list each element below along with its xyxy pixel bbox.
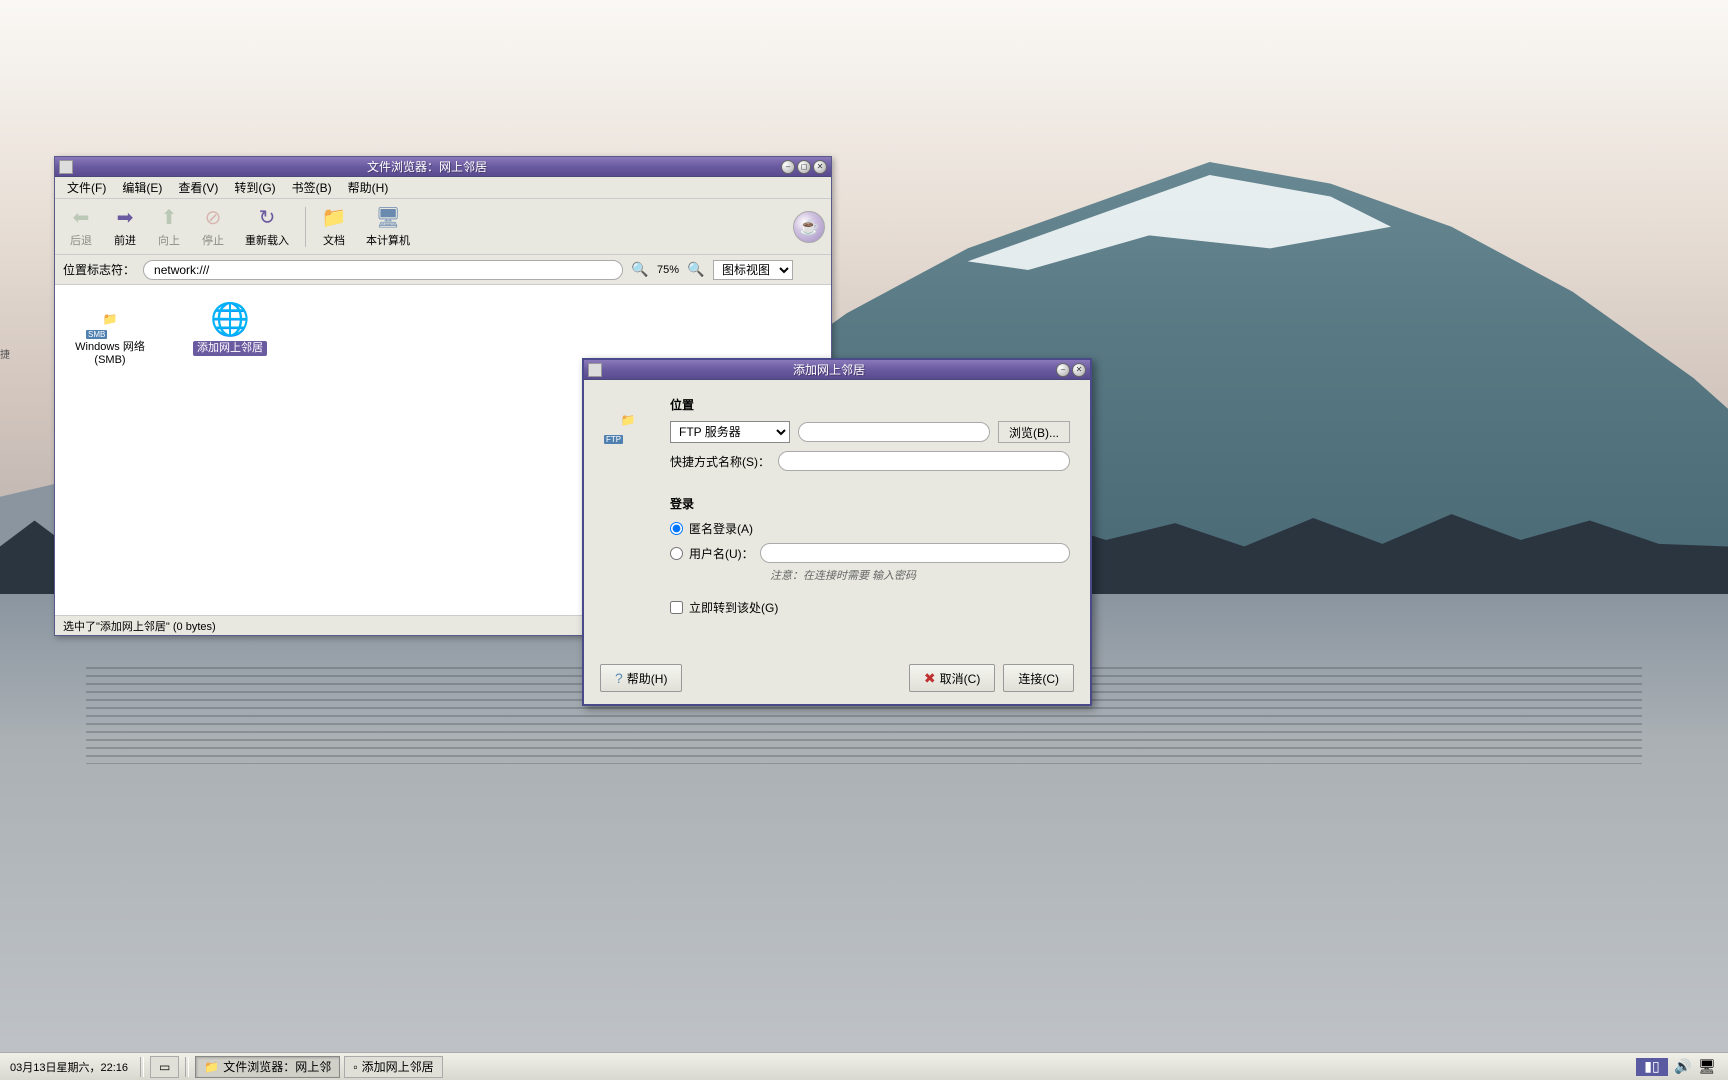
menubar: 文件(F) 编辑(E) 查看(V) 转到(G) 书签(B) 帮助(H) [55,177,831,199]
show-desktop-icon: ▭ [159,1060,170,1074]
file-item-smb[interactable]: 📁SMB Windows 网络 (SMB) [65,295,155,371]
username-label: 用户名(U)： [689,545,754,562]
menu-bookmarks[interactable]: 书签(B) [284,177,340,198]
computer-icon: 🖥 [376,206,400,230]
zoom-in-button[interactable]: 🔍 [687,261,705,279]
file-item-add-network[interactable]: 🌐 添加网上邻居 [185,295,275,360]
dialog-titlebar[interactable]: 添加网上邻居 – ✕ [584,360,1090,380]
display-icon[interactable]: 🖥 [1698,1058,1716,1076]
add-network-dialog: 添加网上邻居 – ✕ 📁FTP 位置 FTP 服务器 浏览(B)... 快 [582,358,1092,706]
task-button-browser[interactable]: 📁 文件浏览器：网上邻 [195,1056,340,1078]
back-button: ⬅ 后退 [61,204,101,250]
reload-button[interactable]: ↻ 重新载入 [237,204,297,250]
goto-now-label[interactable]: 立即转到该处(G) [689,599,778,616]
menu-file[interactable]: 文件(F) [59,177,114,198]
password-hint: 注意：在连接时需要 输入密码 [770,569,1070,583]
section-login-label: 登录 [670,495,1070,512]
menu-edit[interactable]: 编辑(E) [114,177,170,198]
username-login-radio[interactable] [670,547,683,560]
browse-button[interactable]: 浏览(B)... [998,421,1070,443]
volume-icon[interactable]: 🔊 [1674,1058,1692,1076]
folder-icon: 📁 [322,206,346,230]
cancel-icon: ✖ [924,670,936,687]
back-icon: ⬅ [69,206,93,230]
shortcut-name-input[interactable] [778,451,1070,471]
folder-icon: 📁 [204,1060,219,1074]
dialog-body: 📁FTP 位置 FTP 服务器 浏览(B)... 快捷方式名称(S)： [584,380,1090,656]
dialog-minimize-button[interactable]: – [1056,363,1070,377]
help-button[interactable]: ? 帮助(H) [600,664,682,692]
anon-login-label[interactable]: 匿名登录(A) [689,520,753,537]
view-mode-select[interactable]: 图标视图 [713,260,793,280]
file-item-label: 添加网上邻居 [193,341,267,356]
stop-button: ⊘ 停止 [193,204,233,250]
desktop-icon-partial: 捷 [0,346,12,361]
window-icon: ▫ [353,1060,357,1074]
anon-login-radio[interactable] [670,522,683,535]
reload-icon: ↻ [255,206,279,230]
forward-button[interactable]: ➡ 前进 [105,204,145,250]
titlebar[interactable]: 文件浏览器：网上邻居 – ◻ ✕ [55,157,831,177]
up-icon: ⬆ [157,206,181,230]
location-input[interactable] [143,260,623,280]
locationbar: 位置标志符： 🔍 75% 🔍 图标视图 [55,255,831,285]
goto-now-checkbox[interactable] [670,601,683,614]
taskbar-separator [140,1057,144,1077]
window-title: 文件浏览器：网上邻居 [73,158,781,175]
menu-help[interactable]: 帮助(H) [340,177,397,198]
workspace-switcher[interactable]: ▮▯ [1636,1058,1668,1076]
window-menu-icon[interactable] [588,363,602,377]
toolbar: ⬅ 后退 ➡ 前进 ⬆ 向上 ⊘ 停止 ↻ 重新载入 📁 文档 🖥 本计算机 ☕ [55,199,831,255]
help-icon: ? [615,670,623,686]
dialog-close-button[interactable]: ✕ [1072,363,1086,377]
zoom-level: 75% [657,264,679,276]
maximize-button[interactable]: ◻ [797,160,811,174]
shortcut-name-label: 快捷方式名称(S)： [670,453,770,470]
toolbar-separator [305,207,306,247]
connect-button[interactable]: 连接(C) [1003,664,1074,692]
taskbar-clock[interactable]: 03月13日星期六，22:16 [4,1059,134,1075]
forward-icon: ➡ [113,206,137,230]
taskbar: 03月13日星期六，22:16 ▭ 📁 文件浏览器：网上邻 ▫ 添加网上邻居 ▮… [0,1052,1728,1080]
location-label: 位置标志符： [63,261,135,278]
section-location-label: 位置 [670,396,1070,413]
up-button: ⬆ 向上 [149,204,189,250]
file-item-label: Windows 网络 (SMB) [69,341,151,367]
cancel-button[interactable]: ✖ 取消(C) [909,664,995,692]
server-address-input[interactable] [798,422,990,442]
minimize-button[interactable]: – [781,160,795,174]
task-button-dialog[interactable]: ▫ 添加网上邻居 [344,1056,442,1078]
zoom-out-button[interactable]: 🔍 [631,261,649,279]
documents-button[interactable]: 📁 文档 [314,204,354,250]
menu-go[interactable]: 转到(G) [226,177,283,198]
stop-icon: ⊘ [201,206,225,230]
server-type-select[interactable]: FTP 服务器 [670,421,790,443]
username-input[interactable] [760,543,1070,563]
network-add-icon: 🌐 [206,299,254,339]
menu-view[interactable]: 查看(V) [170,177,226,198]
window-menu-icon[interactable] [59,160,73,174]
show-desktop-button[interactable]: ▭ [150,1056,179,1078]
dialog-title: 添加网上邻居 [602,361,1056,378]
computer-button[interactable]: 🖥 本计算机 [358,204,418,250]
ftp-folder-icon: 📁FTP [604,396,652,444]
brand-throbber-icon: ☕ [793,211,825,243]
smb-folder-icon: 📁SMB [86,299,134,339]
taskbar-separator [185,1057,189,1077]
close-button[interactable]: ✕ [813,160,827,174]
